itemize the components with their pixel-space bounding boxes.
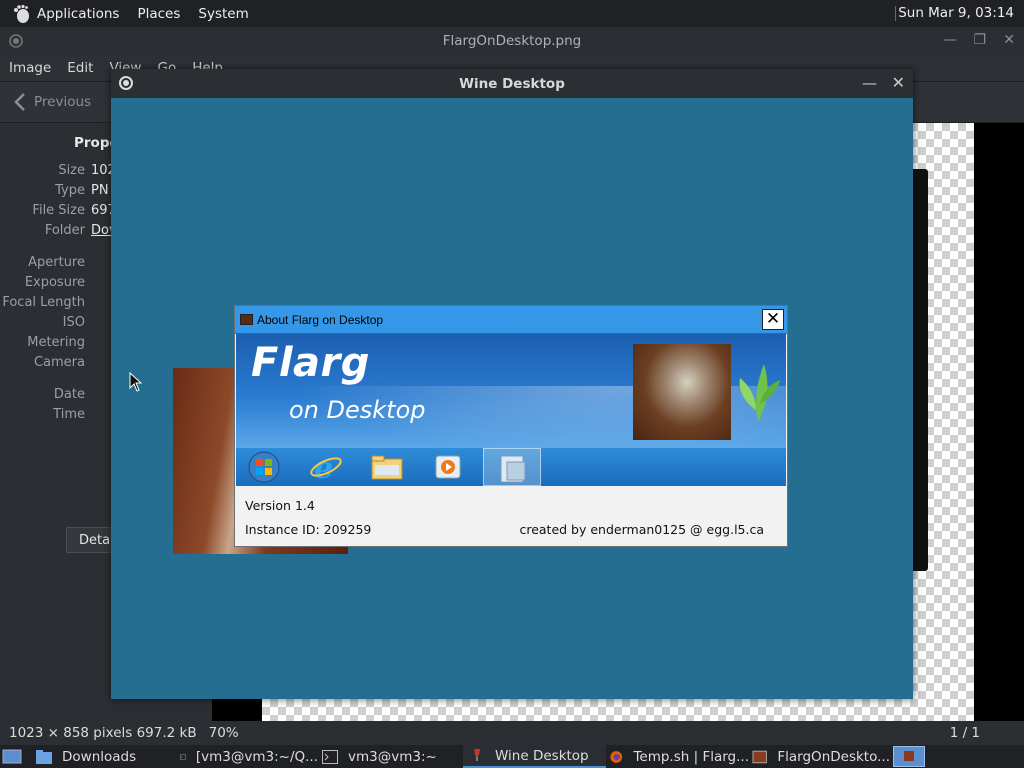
prop-key: Folder <box>44 223 85 238</box>
task-label: Downloads <box>62 748 137 765</box>
firefox-icon <box>610 750 623 763</box>
workspace-switcher[interactable] <box>893 746 925 767</box>
gnome-foot-icon <box>14 4 29 23</box>
close-button[interactable]: ✕ <box>892 73 905 92</box>
explorer-folder-icon <box>371 455 403 480</box>
banner-title: Flarg <box>251 340 370 386</box>
prop-key: Metering <box>27 335 85 350</box>
previous-label: Previous <box>34 94 92 110</box>
zoom-level: 70% <box>208 725 239 741</box>
places-label: Places <box>137 5 181 22</box>
close-button[interactable]: ✕ <box>762 309 784 330</box>
task-label: Temp.sh | Flarg... <box>633 748 749 765</box>
viewer-titlebar[interactable]: FlargOnDesktop.png — ❐ ✕ <box>0 27 1024 55</box>
version-text: Version 1.4 <box>245 498 315 513</box>
active-taskbar-slot <box>483 448 541 486</box>
bottom-taskbar: Downloads [vm3@vm3:~/Q... vm3@vm3:~ Wine… <box>0 745 1024 768</box>
workspace-window-icon <box>904 751 914 761</box>
app-icon <box>240 314 253 325</box>
prop-key: Camera <box>33 355 85 370</box>
applications-label: Applications <box>37 5 120 22</box>
task-terminal-2[interactable]: vm3@vm3:~ <box>322 745 460 768</box>
banner-subtitle: on Desktop <box>289 396 426 424</box>
task-firefox[interactable]: Temp.sh | Flarg... <box>609 745 749 768</box>
task-label: [vm3@vm3:~/Q... <box>195 748 318 765</box>
maximize-button[interactable]: ❐ <box>973 32 986 48</box>
about-dialog: About Flarg on Desktop ✕ Flarg on Deskto… <box>234 305 788 547</box>
svg-text:e: e <box>314 451 333 483</box>
banner-taskbar: e <box>236 448 786 486</box>
windows-start-orb-icon <box>248 451 280 483</box>
mouse-pointer-icon <box>129 372 143 392</box>
clock[interactable]: Sun Mar 9, 03:14 <box>898 5 1014 21</box>
task-image-viewer[interactable]: FlargOnDeskto... <box>752 745 890 768</box>
wine-desktop-area[interactable]: About Flarg on Desktop ✕ Flarg on Deskto… <box>111 98 913 699</box>
credit-text: created by enderman0125 @ egg.l5.ca <box>519 522 764 537</box>
menu-edit[interactable]: Edit <box>67 60 93 76</box>
viewer-statusbar: 1023 × 858 pixels 697.2 kB 70% 1 / 1 <box>0 721 1024 745</box>
page-counter: 1 / 1 <box>949 725 980 741</box>
task-label: vm3@vm3:~ <box>348 748 437 765</box>
prop-key: Focal Length <box>2 295 85 310</box>
task-downloads[interactable]: Downloads <box>36 745 176 768</box>
task-label: FlargOnDeskto... <box>777 748 890 765</box>
wine-glass-icon <box>474 748 480 761</box>
previous-button[interactable]: Previous <box>14 92 91 112</box>
system-label: System <box>198 5 249 22</box>
wine-desktop-window: Wine Desktop — ✕ About Flarg on Desktop … <box>111 69 913 699</box>
prop-key: Aperture <box>28 255 85 270</box>
media-player-icon <box>435 455 461 479</box>
top-panel: Applications Places System Sun Mar 9, 03… <box>0 0 1024 27</box>
chevron-left-icon <box>14 93 25 111</box>
task-label: Wine Desktop <box>495 747 589 764</box>
prop-key: Exposure <box>24 275 85 290</box>
prop-key: ISO <box>62 315 85 330</box>
wine-titlebar[interactable]: Wine Desktop — ✕ <box>111 69 913 98</box>
about-banner: Flarg on Desktop <box>236 334 786 448</box>
task-wine-desktop[interactable]: Wine Desktop <box>463 745 606 768</box>
minimize-button[interactable]: — <box>862 74 877 92</box>
places-menu[interactable]: Places <box>128 0 189 27</box>
terminal-icon <box>180 753 186 760</box>
applications-menu[interactable]: Applications <box>0 0 128 27</box>
flarg-app-icon <box>500 455 526 483</box>
close-button[interactable]: ✕ <box>1003 32 1015 48</box>
prop-key: Type <box>55 183 85 198</box>
folder-icon <box>36 749 52 764</box>
leaf-icon <box>739 364 780 422</box>
menu-image[interactable]: Image <box>9 60 51 76</box>
instance-id-text: Instance ID: 209259 <box>245 522 372 537</box>
system-menu[interactable]: System <box>189 0 257 27</box>
prop-value: PN <box>91 183 109 198</box>
viewer-title: FlargOnDesktop.png <box>442 33 582 49</box>
flarg-photo <box>633 344 731 440</box>
about-title: About Flarg on Desktop <box>257 313 384 327</box>
image-viewer-icon <box>752 750 767 763</box>
about-titlebar[interactable]: About Flarg on Desktop ✕ <box>235 306 787 334</box>
minimize-button[interactable]: — <box>943 32 957 48</box>
prop-key: Time <box>53 407 85 422</box>
prop-key: Size <box>58 163 85 178</box>
internet-explorer-icon: e <box>310 451 342 483</box>
terminal-icon <box>322 749 338 764</box>
image-dimensions: 1023 × 858 pixels 697.2 kB <box>9 725 197 741</box>
prop-key: Date <box>53 387 85 402</box>
panel-separator <box>895 6 896 21</box>
wine-title: Wine Desktop <box>459 76 565 92</box>
task-terminal-1[interactable]: [vm3@vm3:~/Q... <box>180 745 318 768</box>
show-desktop-icon[interactable] <box>2 748 22 765</box>
prop-key: File Size <box>32 203 85 218</box>
